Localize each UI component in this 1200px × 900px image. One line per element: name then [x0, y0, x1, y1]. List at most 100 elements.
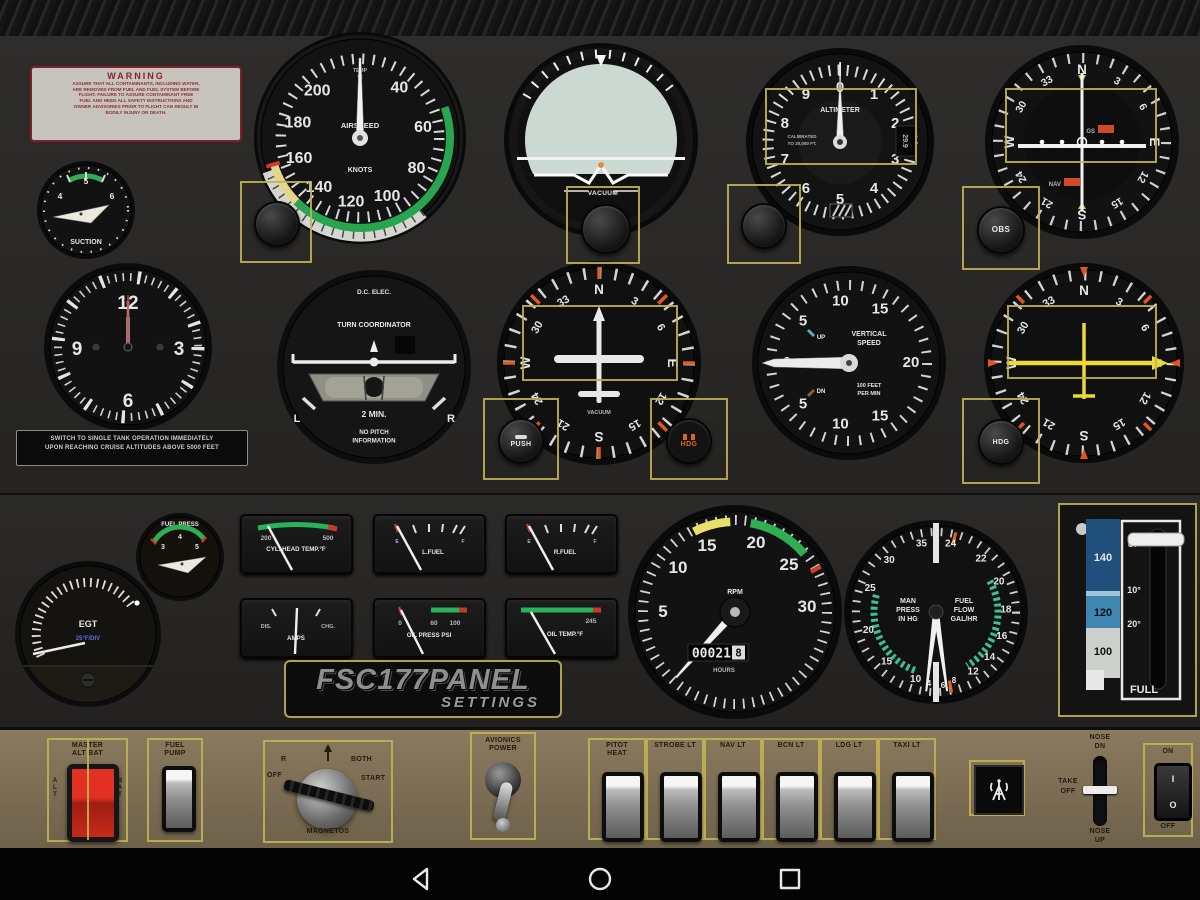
pitot-heat-group[interactable]: PITOT HEAT: [588, 738, 646, 842]
adf-adjust-hotspot[interactable]: [1007, 305, 1157, 379]
nav-home-button[interactable]: [587, 866, 613, 892]
ff-label: FLOW: [954, 607, 975, 614]
rose-mark: S: [1079, 428, 1088, 443]
trim-takeoff1: TAKE: [1058, 778, 1078, 785]
suction-gauge: 4 5 6 SUCTION: [37, 161, 135, 259]
vor-adjust-hotspot[interactable]: [1005, 88, 1157, 163]
heading-bug-hotspot[interactable]: HDG: [650, 398, 728, 480]
nav-back-button[interactable]: [408, 866, 434, 892]
adf-heading-knob[interactable]: HDG: [978, 419, 1024, 465]
altimeter-adjust-hotspot[interactable]: [765, 88, 917, 165]
trim-nose-dn2: DN: [1094, 743, 1106, 750]
power-i-mark: I: [1171, 774, 1175, 784]
ff-number: 16: [996, 631, 1008, 642]
obs-knob-hotspot[interactable]: OBS: [962, 186, 1040, 270]
trim-control[interactable]: NOSE DN TAKE OFF NOSE UP: [1050, 730, 1146, 845]
egt-peak-dot: [134, 600, 140, 606]
wing-center-dot: [598, 162, 604, 168]
suction-tick: 6: [110, 191, 115, 201]
pitot-heat-switch[interactable]: [602, 772, 644, 842]
altimeter-knob-hotspot[interactable]: [727, 184, 801, 264]
mp-label: PRESS: [896, 607, 920, 614]
mp-label: IN HG: [898, 616, 918, 623]
asi-number: 180: [285, 115, 312, 132]
strobe-light-group[interactable]: STROBE LT: [646, 738, 704, 842]
vsi-dn: DN: [817, 389, 826, 395]
alt-number: 4: [870, 180, 879, 197]
low-alt-flag: [829, 203, 853, 218]
clock: 12 3 6 9: [44, 263, 212, 431]
fsc177-panel-app: WARNING ASSURE THAT ALL CONTAMINANTS, IN…: [0, 0, 1200, 900]
heading-bug-knob[interactable]: HDG: [666, 418, 712, 464]
right-fuel-gauge: E F R.FUEL: [505, 514, 618, 574]
flap-control[interactable]: 140 120 100 UP 10° 20° FULL: [1058, 503, 1197, 717]
beacon-light-switch[interactable]: [776, 772, 818, 842]
vacuum-label: VACUUM: [587, 190, 619, 197]
cht-label: CYL. HEAD TEMP.°F: [266, 546, 326, 553]
vsi-sub1: 100 FEET: [857, 383, 882, 389]
flap-speed-100: 100: [1094, 646, 1112, 658]
mag-start-label: START: [361, 775, 386, 782]
avionics-power-group[interactable]: AVIONICS POWER: [470, 732, 536, 840]
master-switch-group[interactable]: MASTER ALT BAT ALT BAT: [47, 738, 128, 842]
tc-rate: 2 MIN.: [361, 409, 386, 419]
fuelpump-label1: FUEL: [165, 742, 185, 749]
oilp-0: 0: [398, 620, 402, 627]
dg-push-knob[interactable]: PUSH: [498, 418, 544, 464]
dg-adjust-hotspot[interactable]: [522, 305, 678, 381]
landing-light-switch[interactable]: [834, 772, 876, 842]
vsi-number: 15: [872, 300, 889, 317]
ff-number: 22: [975, 553, 987, 564]
nav-light-group[interactable]: NAV LT: [704, 738, 762, 842]
dg-sub-label: VACUUM: [587, 410, 611, 416]
adf-heading-hotspot[interactable]: HDG: [962, 398, 1040, 484]
airspeed-knob[interactable]: [254, 201, 300, 247]
mp-number: 15: [881, 657, 893, 668]
clock-number: 6: [123, 391, 134, 412]
amps-needle: [293, 607, 299, 655]
airspeed-knob-hotspot[interactable]: [240, 181, 312, 263]
autopilot-button-group[interactable]: [969, 760, 1025, 816]
fuel-pump-switch-group[interactable]: FUEL PUMP: [147, 738, 203, 842]
caution-line: SWITCH TO SINGLE TANK OPERATION IMMEDIAT…: [50, 436, 214, 442]
trim-nose-up2: UP: [1094, 837, 1106, 844]
altimeter-knob[interactable]: [741, 203, 787, 249]
hobbs-digits: 00021: [692, 647, 731, 662]
alt-number: 6: [802, 180, 810, 197]
trim-handle[interactable]: [1083, 786, 1117, 794]
power-switch[interactable]: I O: [1154, 763, 1192, 821]
autopilot-button[interactable]: [974, 765, 1024, 815]
settings-label: SETTINGS: [440, 694, 540, 712]
vacuum-knob[interactable]: [581, 204, 631, 254]
vacuum-knob-hotspot[interactable]: VACUUM: [566, 186, 640, 264]
suction-tick: 4: [58, 191, 63, 201]
landing-light-group[interactable]: LDG LT: [820, 738, 878, 842]
dg-push-hotspot[interactable]: PUSH: [483, 398, 559, 480]
strobe-light-switch[interactable]: [660, 772, 702, 842]
ff-label: GAL/HR: [951, 616, 978, 623]
nav-light-switch[interactable]: [718, 772, 760, 842]
master-switch[interactable]: [67, 764, 119, 842]
mp-number: 30: [884, 555, 896, 566]
vsi-number: 20: [903, 354, 920, 371]
vertical-speed-indicator: 0 5 10 15 20 15 10 5 UP DN VERTICAL SPEE…: [752, 266, 946, 460]
magnetos-group[interactable]: OFF R BOTH START MAGNETOS: [263, 740, 393, 843]
asi-units: KNOTS: [348, 167, 373, 174]
rose-mark: S: [594, 429, 603, 444]
settings-button[interactable]: FSC177PANEL SETTINGS: [284, 660, 562, 718]
obs-knob[interactable]: OBS: [977, 206, 1025, 254]
nav-recents-button[interactable]: [777, 866, 803, 892]
hobbs-label: HOURS: [713, 668, 735, 674]
lfuel-needle: [395, 525, 423, 571]
beacon-light-group[interactable]: BCN LT: [762, 738, 820, 842]
taxi-light-switch[interactable]: [892, 772, 934, 842]
amps-chg: CHG.: [321, 624, 335, 630]
nav-light-label: NAV LT: [719, 742, 747, 749]
flap-handle[interactable]: [1127, 532, 1185, 547]
power-switch-group[interactable]: ON I O OFF: [1143, 743, 1193, 837]
inclinometer-ball: [364, 377, 384, 397]
taxi-light-group[interactable]: TAXI LT: [878, 738, 936, 842]
adf-hdg-label: HDG: [992, 438, 1010, 446]
rose-mark: N: [1079, 283, 1089, 298]
fuel-pump-switch[interactable]: [162, 766, 196, 832]
